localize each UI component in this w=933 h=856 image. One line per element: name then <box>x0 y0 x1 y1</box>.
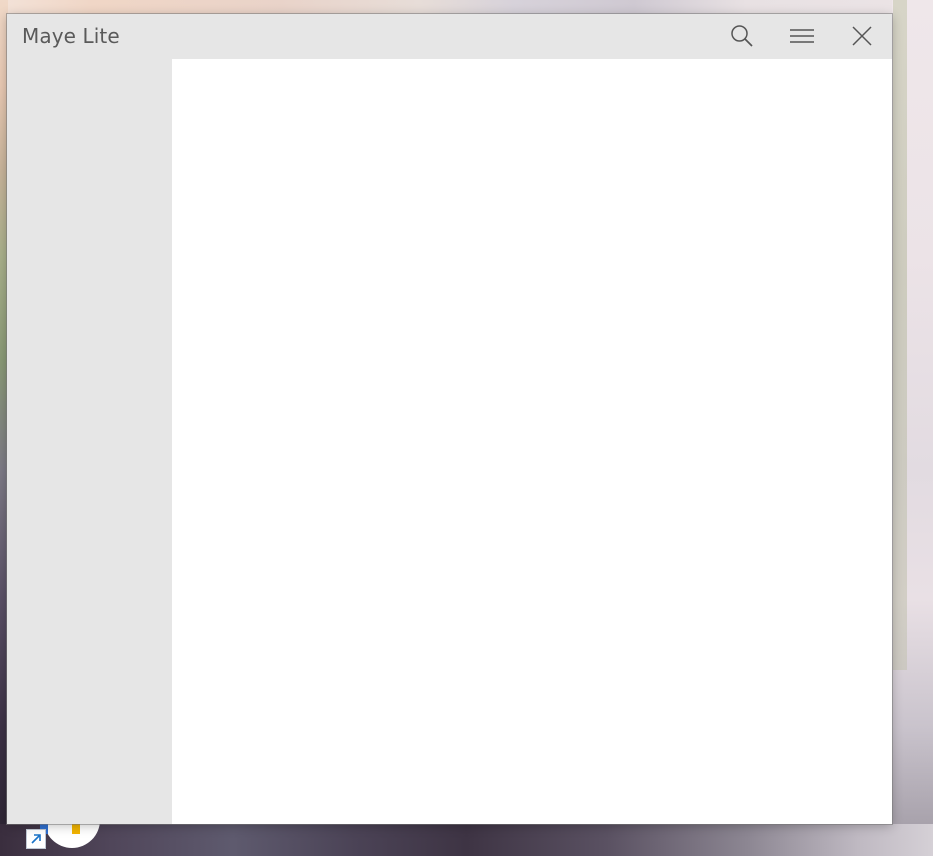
title-bar[interactable]: Maye Lite <box>7 14 892 59</box>
menu-button[interactable] <box>784 18 820 54</box>
hamburger-menu-icon <box>790 29 814 43</box>
search-button[interactable] <box>724 18 760 54</box>
wallpaper-right-stripe <box>893 0 907 670</box>
sidebar <box>7 59 172 824</box>
content-area <box>172 59 892 824</box>
close-button[interactable] <box>844 18 880 54</box>
wallpaper-top <box>0 0 933 14</box>
close-icon <box>852 26 872 46</box>
shortcut-arrow-icon <box>26 829 46 849</box>
app-window: Maye Lite <box>7 14 892 824</box>
wallpaper-bottom <box>0 824 933 856</box>
app-icon-yellow-mark <box>72 824 80 834</box>
window-title: Maye Lite <box>22 24 120 48</box>
search-icon <box>731 25 753 47</box>
